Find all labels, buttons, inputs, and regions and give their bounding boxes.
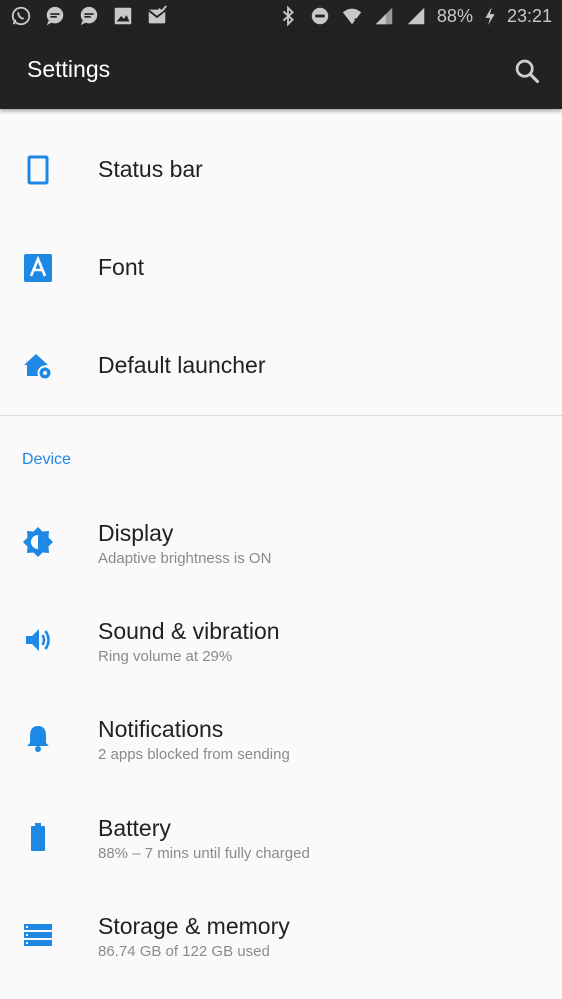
page-title: Settings	[27, 56, 111, 82]
volume-icon	[22, 624, 54, 656]
app-bar: Settings	[0, 32, 562, 109]
battery-icon	[22, 821, 54, 853]
settings-item-title: Notifications	[98, 716, 224, 742]
charging-icon	[483, 5, 497, 27]
system-status-bar: 88% 23:21	[0, 0, 562, 32]
settings-item-title: Default launcher	[98, 352, 266, 378]
section-header-device: Device	[22, 451, 71, 468]
wifi-icon	[341, 5, 363, 27]
settings-item-storage-memory[interactable]: Storage & memory 86.74 GB of 122 GB used	[0, 887, 562, 985]
phone-outline-icon	[22, 154, 54, 186]
settings-item-battery[interactable]: Battery 88% – 7 mins until fully charged	[0, 789, 562, 887]
settings-item-summary: 86.74 GB of 122 GB used	[98, 943, 270, 960]
whatsapp-icon	[10, 5, 32, 27]
settings-item-default-launcher[interactable]: Default launcher	[0, 317, 562, 415]
settings-item-display[interactable]: Display Adaptive brightness is ON	[0, 494, 562, 592]
image-icon	[112, 5, 134, 27]
settings-item-status-bar[interactable]: Status bar	[0, 121, 562, 219]
settings-item-title: Sound & vibration	[98, 618, 280, 644]
settings-item-summary: 2 apps blocked from sending	[98, 746, 290, 763]
settings-item-summary: Adaptive brightness is ON	[98, 550, 272, 567]
brightness-icon	[22, 526, 54, 558]
settings-item-title: Battery	[98, 815, 171, 841]
search-icon	[515, 59, 540, 84]
settings-item-title: Storage & memory	[98, 913, 290, 939]
settings-item-title: Font	[98, 254, 145, 280]
signal-icon	[373, 5, 395, 27]
clock: 23:21	[506, 5, 552, 26]
storage-icon	[22, 919, 54, 951]
settings-item-summary: 88% – 7 mins until fully charged	[98, 845, 310, 862]
settings-item-summary: Ring volume at 29%	[98, 648, 233, 665]
do-not-disturb-icon	[309, 5, 331, 27]
mail-check-icon	[146, 5, 168, 27]
home-gear-icon	[22, 350, 54, 382]
battery-percentage: 88%	[436, 5, 473, 26]
settings-item-notifications[interactable]: Notifications 2 apps blocked from sendin…	[0, 690, 562, 788]
settings-item-title: Status bar	[98, 156, 203, 182]
chat-bubble-icon-2	[78, 5, 100, 27]
system-indicators: 88% 23:21	[277, 5, 552, 27]
settings-item-font[interactable]: Font	[0, 219, 562, 317]
settings-item-title: Display	[98, 520, 174, 546]
signal-icon-2	[405, 5, 427, 27]
bluetooth-icon	[277, 5, 299, 27]
section-divider	[0, 415, 562, 416]
chat-bubble-icon	[44, 5, 66, 27]
settings-item-sound-vibration[interactable]: Sound & vibration Ring volume at 29%	[0, 592, 562, 690]
bell-icon	[22, 722, 54, 754]
font-a-icon	[22, 252, 54, 284]
notification-icons	[10, 5, 168, 27]
search-button[interactable]	[512, 56, 542, 86]
